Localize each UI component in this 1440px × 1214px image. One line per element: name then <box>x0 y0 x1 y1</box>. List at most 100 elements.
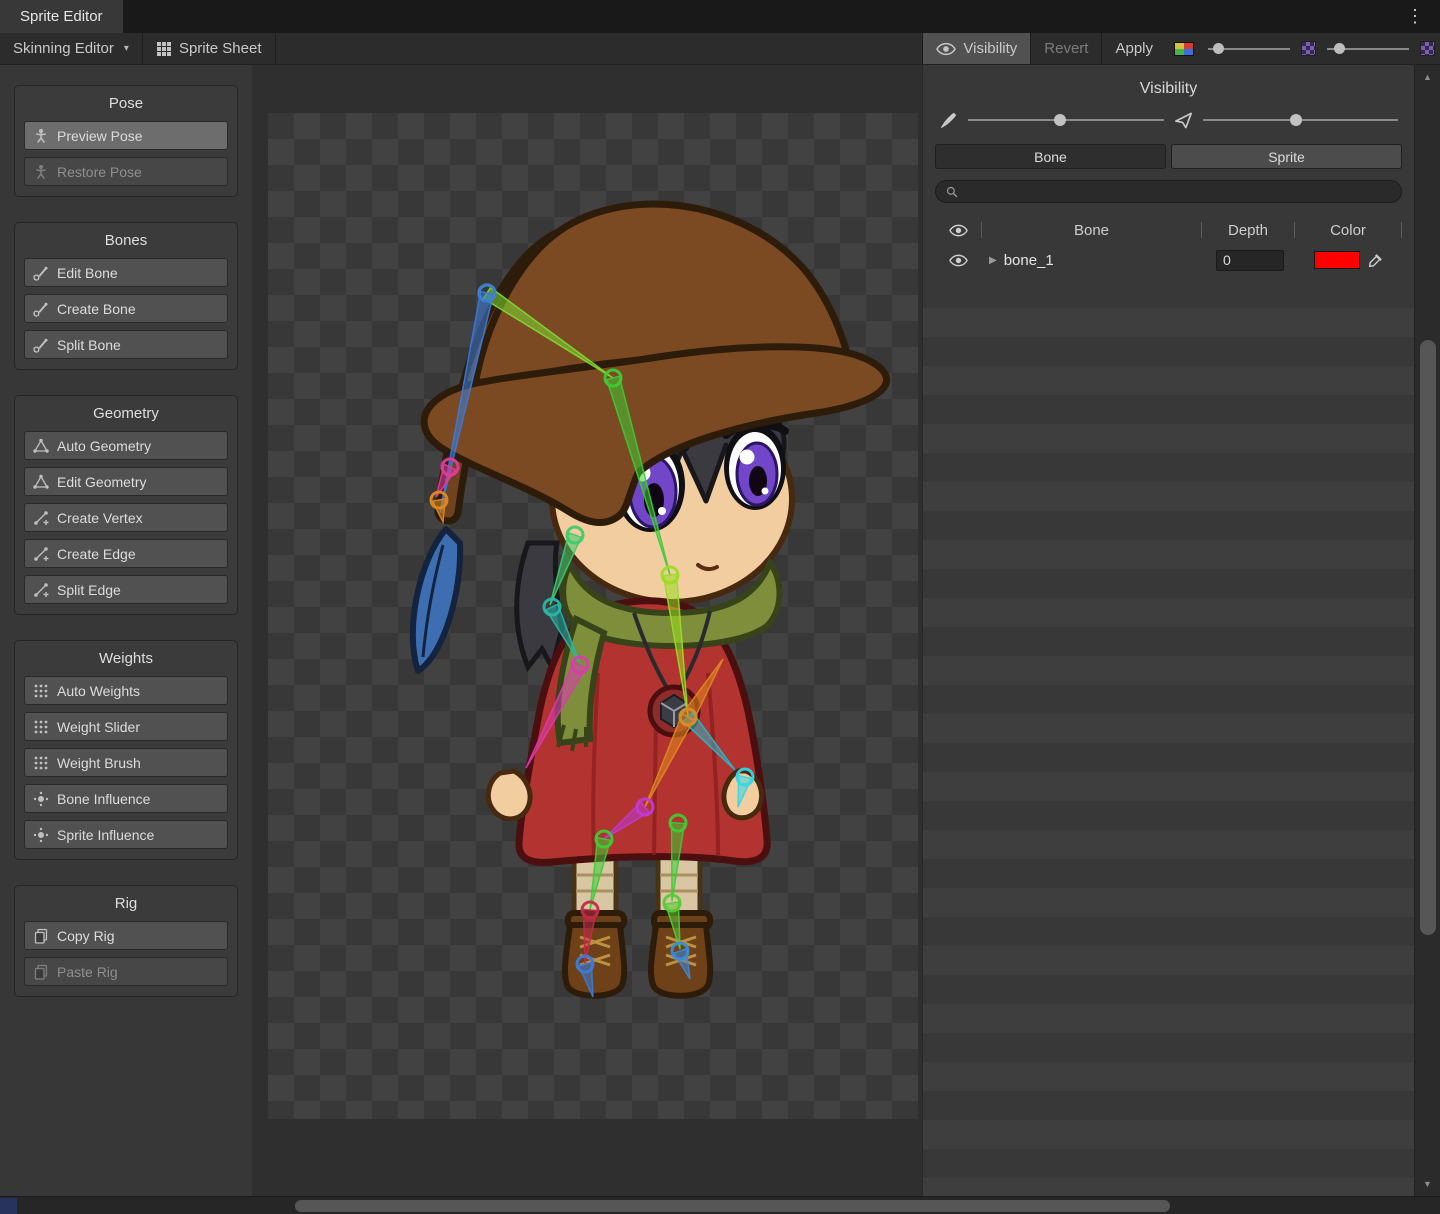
brightness-slider[interactable] <box>1208 33 1290 65</box>
bone-influence-button[interactable]: Bone Influence <box>24 784 228 813</box>
create-edge-button[interactable]: Create Edge <box>24 539 228 568</box>
tab-sprite-editor[interactable]: Sprite Editor <box>0 0 123 33</box>
button-label: Split Bone <box>57 337 121 353</box>
bone-opacity-slider[interactable] <box>968 110 1164 130</box>
auto-geometry-button[interactable]: Auto Geometry <box>24 431 228 460</box>
horizontal-scrollbar[interactable] <box>0 1196 1440 1214</box>
vertical-scroll-thumb[interactable] <box>1420 340 1436 935</box>
bone-visibility-eye-icon[interactable] <box>949 254 968 267</box>
weight-brush-button[interactable]: Weight Brush <box>24 748 228 777</box>
button-label: Edit Bone <box>57 265 118 281</box>
main-area: Pose Preview Pose Restore Pose Bones Edi… <box>0 65 1440 1196</box>
split-bone-button[interactable]: Split Bone <box>24 330 228 359</box>
sprite-canvas[interactable] <box>252 65 922 1196</box>
create-bone-button[interactable]: Create Bone <box>24 294 228 323</box>
sprite-opacity-slider[interactable] <box>1203 110 1399 130</box>
revert-button[interactable]: Revert <box>1031 33 1101 64</box>
visibility-column-eye-icon <box>949 224 968 237</box>
depth-input[interactable] <box>1216 250 1284 271</box>
button-label: Create Edge <box>57 546 136 562</box>
expand-caret-icon[interactable]: ▶ <box>989 255 997 266</box>
sprite-sheet-button[interactable]: Sprite Sheet <box>143 33 275 64</box>
slider-knob[interactable] <box>1213 43 1224 54</box>
edge-icon <box>33 546 49 562</box>
button-label: Copy Rig <box>57 928 115 944</box>
sprite-sheet-label: Sprite Sheet <box>179 40 262 57</box>
weight-slider-button[interactable]: Weight Slider <box>24 712 228 741</box>
edit-bone-button[interactable]: Edit Bone <box>24 258 228 287</box>
pose-icon <box>33 128 49 144</box>
skinning-editor-dropdown[interactable]: Skinning Editor ▾ <box>0 33 142 64</box>
column-header-bone: Bone <box>982 222 1201 239</box>
weights-icon <box>33 683 49 699</box>
vertical-scrollbar[interactable]: ▲ ▼ <box>1414 65 1440 1196</box>
sprite-sheet-grid-icon <box>156 41 172 57</box>
copy-rig-button[interactable]: Copy Rig <box>24 921 228 950</box>
transparency-checkerboard <box>268 113 918 1119</box>
slider-knob[interactable] <box>1290 114 1302 126</box>
bone-icon <box>33 265 49 281</box>
alpha-slider[interactable] <box>1327 33 1409 65</box>
edit-geometry-button[interactable]: Edit Geometry <box>24 467 228 496</box>
alpha-checker-icon <box>1420 41 1435 56</box>
bone-icon <box>33 337 49 353</box>
button-label: Preview Pose <box>57 128 143 144</box>
button-label: Create Bone <box>57 301 136 317</box>
visibility-panel: Visibility Bone Sprite <box>922 65 1414 1196</box>
create-vertex-button[interactable]: Create Vertex <box>24 503 228 532</box>
geometry-icon <box>33 438 49 454</box>
bone-row[interactable]: ▶ bone_1 <box>935 244 1402 276</box>
kebab-menu-icon[interactable]: ⋮ <box>1406 0 1424 33</box>
search-field[interactable] <box>935 180 1402 203</box>
eyedropper-icon[interactable] <box>1367 252 1384 269</box>
button-label: Paste Rig <box>57 964 118 980</box>
slider-knob[interactable] <box>1054 114 1066 126</box>
group-title: Pose <box>24 95 228 112</box>
pose-group: Pose Preview Pose Restore Pose <box>14 85 238 197</box>
edge-icon <box>33 582 49 598</box>
pose-icon <box>33 164 49 180</box>
button-label: Bone Influence <box>57 791 150 807</box>
horizontal-scroll-thumb[interactable] <box>295 1200 1170 1212</box>
skinning-editor-label: Skinning Editor <box>13 40 114 57</box>
bone-overlay[interactable] <box>268 113 918 1119</box>
split-edge-button[interactable]: Split Edge <box>24 575 228 604</box>
restore-pose-button[interactable]: Restore Pose <box>24 157 228 186</box>
tab-sprite[interactable]: Sprite <box>1171 144 1402 169</box>
sprite-color-icon[interactable] <box>1174 42 1194 56</box>
paste-rig-button[interactable]: Paste Rig <box>24 957 228 986</box>
bone-color-swatch[interactable] <box>1314 251 1360 269</box>
sprite-influence-button[interactable]: Sprite Influence <box>24 820 228 849</box>
column-header-depth: Depth <box>1202 222 1294 239</box>
bone-table-header: Bone Depth Color <box>935 216 1402 244</box>
search-input[interactable] <box>965 184 1391 200</box>
opacity-sliders <box>935 110 1402 144</box>
weights-icon <box>33 719 49 735</box>
brush-icon <box>33 755 49 771</box>
apply-label: Apply <box>1115 40 1153 57</box>
auto-weights-button[interactable]: Auto Weights <box>24 676 228 705</box>
tab-bone[interactable]: Bone <box>935 144 1166 169</box>
column-header-color: Color <box>1295 222 1401 239</box>
eye-icon <box>936 41 956 57</box>
titlebar: Sprite Editor ⋮ <box>0 0 1440 33</box>
bone-icon <box>33 301 49 317</box>
influence-icon <box>33 791 49 807</box>
button-label: Auto Weights <box>57 683 140 699</box>
rig-group: Rig Copy Rig Paste Rig <box>14 885 238 997</box>
visibility-toggle-button[interactable]: Visibility <box>922 33 1031 64</box>
toolbar: Skinning Editor ▾ Sprite Sheet Visibilit… <box>0 33 1440 65</box>
empty-row-stripes <box>923 308 1414 1196</box>
slider-knob[interactable] <box>1334 43 1345 54</box>
bone-opacity-icon <box>939 111 958 130</box>
button-label: Weight Slider <box>57 719 140 735</box>
scroll-down-arrow[interactable]: ▼ <box>1415 1179 1440 1189</box>
apply-button[interactable]: Apply <box>1102 33 1166 64</box>
preview-pose-button[interactable]: Preview Pose <box>24 121 228 150</box>
sprite-opacity-icon <box>1174 111 1193 130</box>
paste-icon <box>33 964 49 980</box>
group-title: Bones <box>24 232 228 249</box>
alpha-checker-icon <box>1301 41 1316 56</box>
visibility-label: Visibility <box>963 40 1017 57</box>
scroll-up-arrow[interactable]: ▲ <box>1415 72 1440 82</box>
